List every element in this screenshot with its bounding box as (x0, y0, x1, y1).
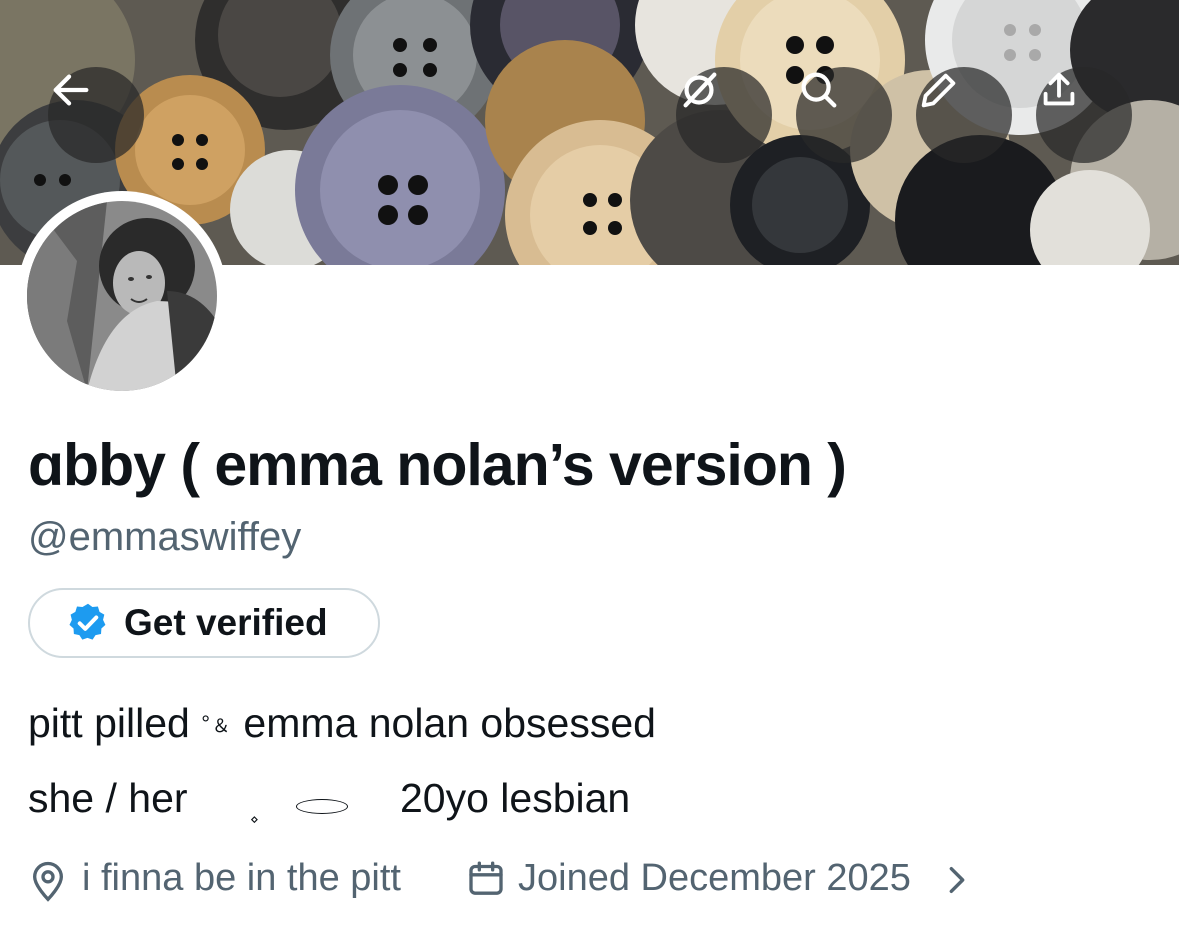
bio-text-start: pitt pilled (28, 700, 202, 746)
grok-icon (683, 72, 717, 108)
search-button[interactable] (796, 67, 892, 163)
bio-age: 20yo lesbian (400, 775, 631, 821)
get-verified-label: Get verified (124, 602, 328, 643)
bio-line-1: pitt pilled °﹠ emma nolan obsessed (28, 700, 656, 747)
edit-profile-button[interactable] (916, 67, 1012, 163)
share-upload-icon (1043, 72, 1075, 106)
profile-avatar[interactable] (17, 191, 227, 401)
chevron-right-icon[interactable] (942, 863, 972, 897)
bio-line-2: she / her ⋄ 20yo lesbian (28, 775, 728, 835)
share-button[interactable] (1036, 67, 1132, 163)
user-handle: @emmaswiffey (28, 515, 302, 559)
joined-date[interactable]: Joined December 2025 (518, 857, 911, 900)
location-pin-icon (32, 861, 64, 902)
profile-meta-row: i finna be in the pitt Joined December 2… (28, 853, 988, 905)
bio-text-end: emma nolan obsessed (232, 700, 656, 746)
display-name: ɑbby ( emma nolan’s version ) (28, 432, 847, 498)
avatar-photo (27, 201, 217, 391)
bio-small-symbols: °﹠ (201, 711, 233, 736)
profile-location: i finna be in the pitt (82, 857, 401, 899)
search-icon (801, 72, 837, 108)
verified-badge-icon (69, 603, 106, 640)
bio-pronouns: she / her (28, 775, 188, 821)
calendar-icon (469, 861, 503, 895)
back-button[interactable] (48, 67, 144, 163)
get-verified-button[interactable]: Get verified (28, 588, 380, 658)
bio-diamond-symbol: ⋄ (250, 811, 259, 827)
pencil-icon (921, 73, 956, 108)
bio-oval-symbol (296, 799, 348, 814)
arrow-left-icon (53, 74, 89, 106)
grok-button[interactable] (676, 67, 772, 163)
